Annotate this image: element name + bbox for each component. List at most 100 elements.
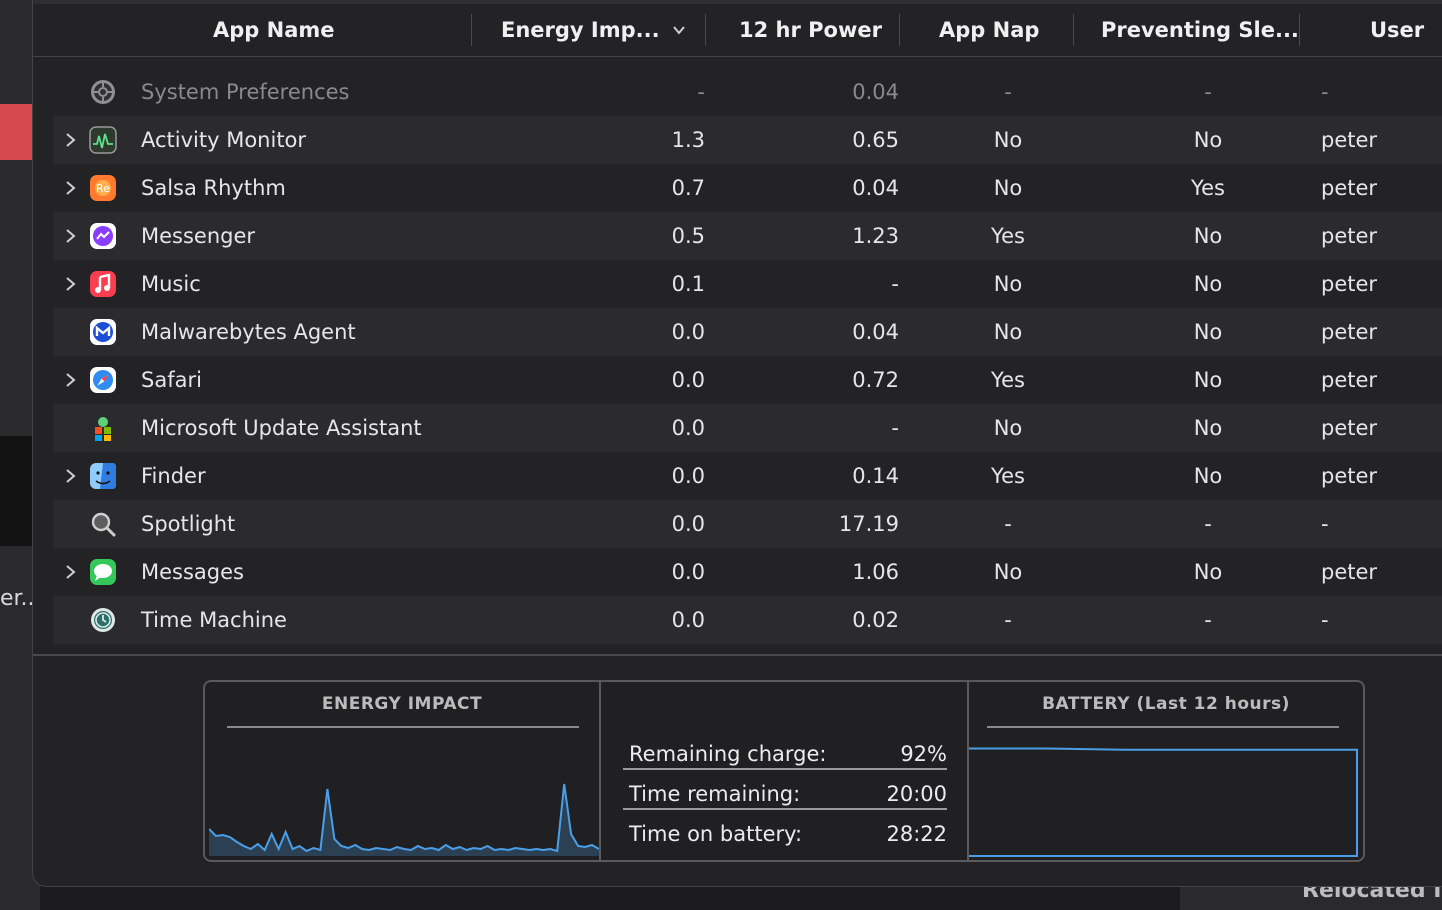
user-cell: peter xyxy=(1321,128,1378,152)
energy-impact-cell: 0.0 xyxy=(671,608,705,632)
preventing-sleep-cell: No xyxy=(1193,560,1223,584)
energy-impact-cell: 0.0 xyxy=(671,560,705,584)
table-row[interactable]: Messages 0.0 1.06 No No peter xyxy=(53,548,1442,596)
power-12hr-cell: 1.23 xyxy=(852,224,899,248)
app-nap-cell: No xyxy=(993,272,1023,296)
disclosure-chevron-icon[interactable] xyxy=(63,372,77,388)
preventing-sleep-cell: No xyxy=(1193,320,1223,344)
table-row[interactable]: Re Salsa Rhythm 0.7 0.04 No Yes peter xyxy=(53,164,1442,212)
finder-icon xyxy=(90,463,116,489)
stat-rule xyxy=(623,768,947,770)
energy-impact-cell: 0.1 xyxy=(671,272,705,296)
column-separator[interactable] xyxy=(1073,14,1074,46)
column-header-preventing-sleep[interactable]: Preventing Sle... xyxy=(1101,4,1299,56)
table-row[interactable]: Safari 0.0 0.72 Yes No peter xyxy=(53,356,1442,404)
app-nap-cell: - xyxy=(1004,80,1012,104)
remaining-charge-label: Remaining charge: xyxy=(629,742,827,766)
stat-rule xyxy=(623,808,947,810)
column-header-energy-impact[interactable]: Energy Imp... xyxy=(501,4,660,56)
app-name-cell: Messenger xyxy=(141,224,256,248)
split-divider[interactable] xyxy=(33,654,1442,656)
energy-summary-panel: ENERGY IMPACT Remaining charge: 92% Time… xyxy=(203,680,1365,862)
chevron-down-icon[interactable] xyxy=(673,24,685,36)
activity-monitor-energy-window: App Name Energy Imp... 12 hr Power App N… xyxy=(32,0,1442,887)
power-12hr-cell: 0.65 xyxy=(852,128,899,152)
gear-icon xyxy=(91,80,115,104)
power-12hr-cell: 0.04 xyxy=(852,80,899,104)
title-rule xyxy=(987,726,1339,728)
power-12hr-cell: 0.04 xyxy=(852,176,899,200)
disclosure-chevron-icon[interactable] xyxy=(63,132,77,148)
app-nap-cell: Yes xyxy=(991,368,1025,392)
safari-compass-icon xyxy=(90,367,116,393)
app-name-cell: Spotlight xyxy=(141,512,236,536)
table-row[interactable]: Music 0.1 - No No peter xyxy=(53,260,1442,308)
user-cell: peter xyxy=(1321,464,1378,488)
energy-impact-chart xyxy=(209,783,599,856)
app-nap-cell: No xyxy=(993,560,1023,584)
app-nap-cell: No xyxy=(993,416,1023,440)
column-header-app-nap[interactable]: App Nap xyxy=(939,4,1039,56)
background-dark-tile xyxy=(0,436,32,546)
magnifier-icon xyxy=(91,512,117,538)
disclosure-chevron-icon[interactable] xyxy=(63,468,77,484)
energy-impact-cell: 1.3 xyxy=(671,128,705,152)
column-header-user[interactable]: User xyxy=(1370,4,1424,56)
table-row[interactable]: Microsoft Update Assistant 0.0 - No No peter xyxy=(53,404,1442,452)
app-nap-cell: No xyxy=(993,320,1023,344)
table-row[interactable]: Finder 0.0 0.14 Yes No peter xyxy=(53,452,1442,500)
table-row[interactable]: Spotlight 0.0 17.19 - - - xyxy=(53,500,1442,548)
column-separator[interactable] xyxy=(899,14,900,46)
preventing-sleep-cell: - xyxy=(1204,608,1212,632)
app-nap-cell: - xyxy=(1004,512,1012,536)
app-nap-cell: Yes xyxy=(991,464,1025,488)
pane-separator xyxy=(599,682,601,860)
disclosure-chevron-icon[interactable] xyxy=(63,276,77,292)
preventing-sleep-cell: - xyxy=(1204,80,1212,104)
app-name-cell: Time Machine xyxy=(141,608,287,632)
column-header-app-name[interactable]: App Name xyxy=(213,4,335,56)
app-name-cell: Malwarebytes Agent xyxy=(141,320,356,344)
table-row[interactable]: Time Machine 0.0 0.02 - - - xyxy=(53,596,1442,644)
app-name-cell: Music xyxy=(141,272,201,296)
disclosure-chevron-icon[interactable] xyxy=(63,228,77,244)
power-12hr-cell: - xyxy=(891,416,899,440)
power-12hr-cell: 0.02 xyxy=(852,608,899,632)
column-separator[interactable] xyxy=(1299,14,1300,46)
power-12hr-cell: 0.04 xyxy=(852,320,899,344)
column-header-12hr-power[interactable]: 12 hr Power xyxy=(739,4,882,56)
disclosure-chevron-icon[interactable] xyxy=(63,564,77,580)
column-separator[interactable] xyxy=(471,14,472,46)
energy-impact-cell: 0.0 xyxy=(671,368,705,392)
music-icon xyxy=(90,271,116,297)
time-remaining-value: 20:00 xyxy=(886,782,947,806)
user-cell: peter xyxy=(1321,272,1378,296)
table-row[interactable]: Malwarebytes Agent 0.0 0.04 No No peter xyxy=(53,308,1442,356)
app-name-cell: Messages xyxy=(141,560,244,584)
battery-level-chart xyxy=(969,747,1358,857)
disclosure-chevron-icon[interactable] xyxy=(63,180,77,196)
power-12hr-cell: 0.72 xyxy=(852,368,899,392)
time-on-battery-label: Time on battery: xyxy=(629,822,803,846)
table-header: App Name Energy Imp... 12 hr Power App N… xyxy=(33,4,1442,57)
time-on-battery-stat: Time on battery: 28:22 xyxy=(629,814,947,854)
user-cell: peter xyxy=(1321,560,1378,584)
user-cell: peter xyxy=(1321,176,1378,200)
app-name-cell: Microsoft Update Assistant xyxy=(141,416,422,440)
column-separator[interactable] xyxy=(705,14,706,46)
user-cell: - xyxy=(1321,608,1329,632)
user-cell: peter xyxy=(1321,224,1378,248)
preventing-sleep-cell: No xyxy=(1193,272,1223,296)
app-name-cell: Safari xyxy=(141,368,202,392)
table-row[interactable]: System Preferences - 0.04 - - - xyxy=(53,68,1442,116)
table-row[interactable]: Activity Monitor 1.3 0.65 No No peter xyxy=(53,116,1442,164)
battery-title: BATTERY (Last 12 hours) xyxy=(1042,694,1290,714)
title-rule xyxy=(227,726,579,728)
table-row[interactable]: Messenger 0.5 1.23 Yes No peter xyxy=(53,212,1442,260)
messages-bubble-icon xyxy=(90,559,116,585)
user-cell: peter xyxy=(1321,368,1378,392)
process-table: System Preferences - 0.04 - - - Activity Monit… xyxy=(53,68,1442,644)
preventing-sleep-cell: No xyxy=(1193,224,1223,248)
app-nap-cell: Yes xyxy=(991,224,1025,248)
energy-impact-cell: 0.0 xyxy=(671,416,705,440)
